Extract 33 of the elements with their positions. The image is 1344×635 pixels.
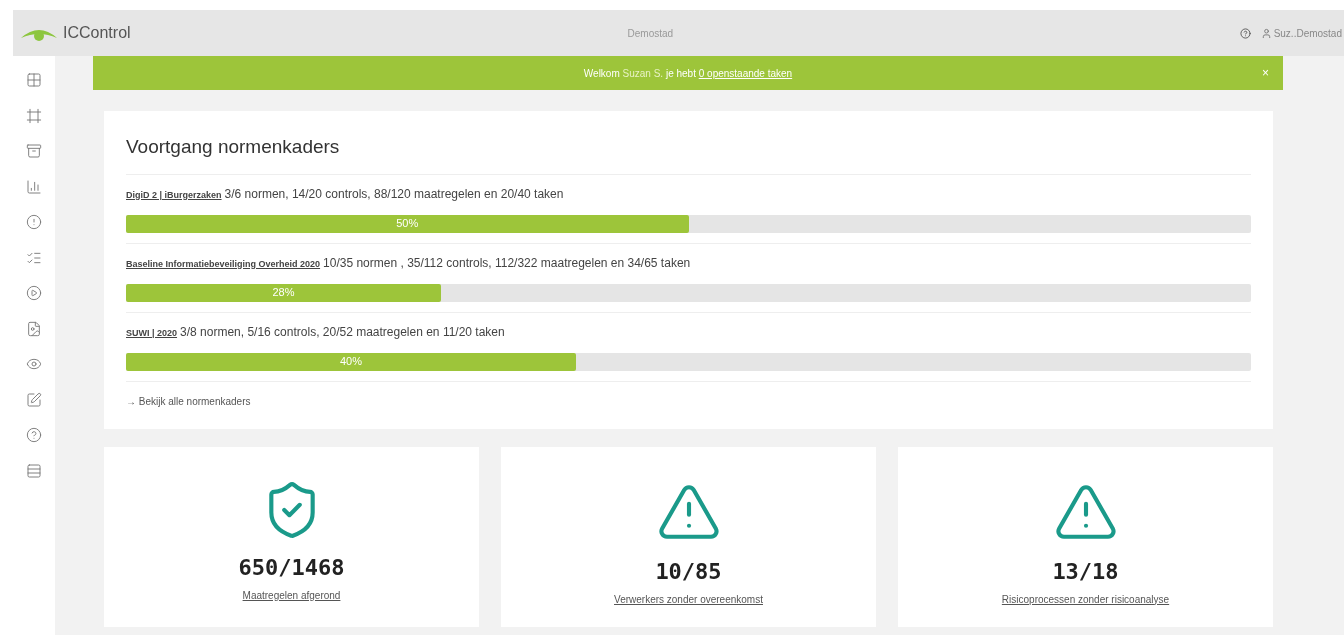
alert-icon[interactable] — [26, 214, 42, 230]
framework-link[interactable]: Baseline Informatiebeveiliging Overheid 2020 — [126, 257, 321, 271]
stat-value: 650/1468 — [238, 553, 345, 582]
all-frameworks-link[interactable]: → Bekijk alle normenkaders — [126, 393, 1251, 409]
brand-name: ICControl — [63, 23, 131, 43]
organization-name: Demostad — [627, 26, 674, 41]
progress-percentage: 50% — [396, 216, 419, 232]
stat-value: 10/85 — [655, 557, 722, 586]
file-image-icon[interactable] — [26, 320, 42, 337]
help-icon[interactable] — [26, 427, 42, 443]
stat-value: 13/18 — [1052, 557, 1119, 586]
edit-icon[interactable] — [26, 391, 42, 408]
archive-icon[interactable] — [26, 143, 42, 159]
stat-link[interactable]: Risicoprocessen zonder risicoanalyse — [1001, 591, 1170, 607]
rows-icon[interactable] — [26, 462, 42, 479]
frame-icon[interactable] — [26, 107, 42, 124]
card-title: Voortgang normenkaders — [126, 133, 1251, 175]
framework-summary: 3/8 normen, 5/16 controls, 20/52 maatregelen en 11/20 taken — [180, 323, 505, 341]
eye-icon[interactable] — [26, 356, 42, 372]
user-icon — [1260, 27, 1272, 39]
grid-icon[interactable] — [26, 72, 42, 88]
progress-percentage: 28% — [272, 285, 295, 301]
framework-summary: 3/6 normen, 14/20 controls, 88/120 maatregelen en 20/40 taken — [224, 185, 564, 203]
play-icon[interactable] — [26, 285, 42, 301]
framework-link[interactable]: SUWI | 2020 — [126, 326, 178, 340]
stat-link[interactable]: Verwerkers zonder overeenkomst — [614, 591, 763, 607]
help-icon[interactable] — [1239, 27, 1251, 39]
framework-summary: 10/35 normen , 35/112 controls, 112/322 maatregelen en 34/65 taken — [323, 254, 691, 272]
progress-percentage: 40% — [340, 354, 362, 370]
welcome-message: Welkom Suzan S. je hebt 0 openstaande taken — [583, 66, 793, 81]
stat-link[interactable]: Maatregelen afgerond — [242, 587, 341, 603]
chart-icon[interactable] — [26, 178, 42, 195]
framework-link[interactable]: DigiD 2 | iBurgerzaken — [126, 188, 222, 202]
